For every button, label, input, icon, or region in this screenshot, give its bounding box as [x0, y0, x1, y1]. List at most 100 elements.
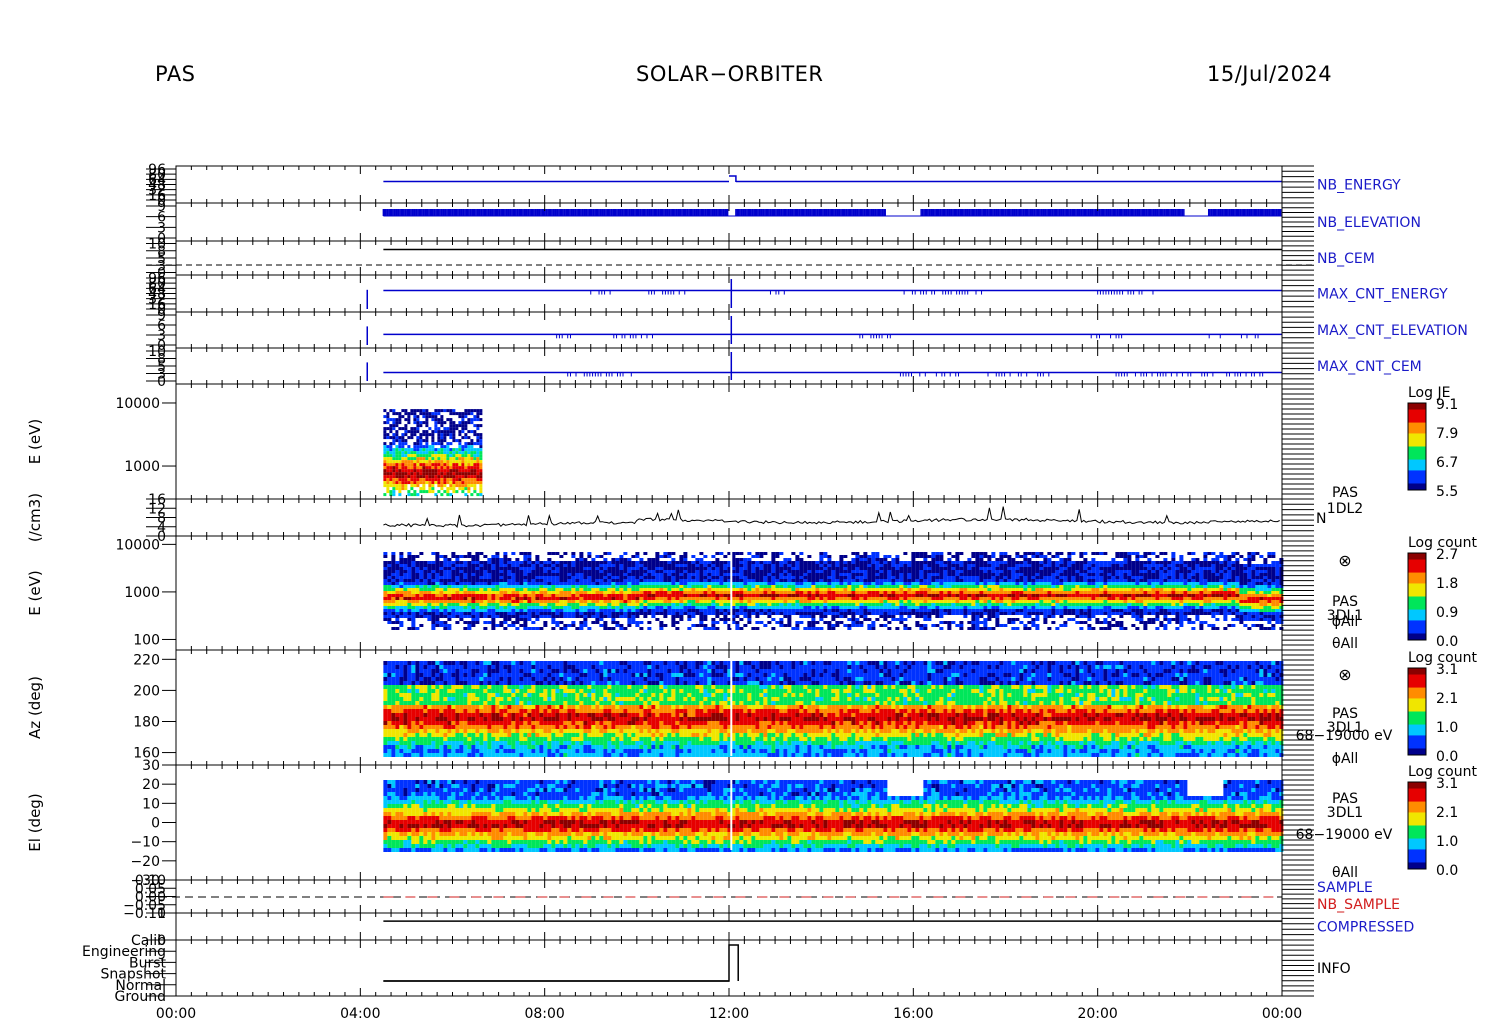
spectrogram-cell — [999, 579, 1004, 582]
spectrogram-cell — [875, 555, 880, 558]
spectrogram-cell — [499, 585, 504, 588]
spectrogram-cell — [449, 421, 453, 425]
spectrogram-cell — [386, 463, 390, 467]
spectrogram-cell — [535, 588, 540, 591]
spectrogram-cell — [907, 576, 912, 579]
spectrogram-cell — [867, 612, 872, 615]
spectrogram-cell — [455, 567, 460, 570]
spectrogram-cell — [759, 585, 764, 588]
spectrogram-cell — [507, 564, 512, 567]
spectrogram-cell — [431, 588, 436, 591]
spectrogram-cell — [707, 627, 712, 630]
spectrogram-cell — [483, 609, 488, 612]
spectrogram-cell — [755, 552, 760, 555]
spectrogram-cell — [395, 582, 400, 585]
spectrogram-cell — [395, 445, 399, 449]
spectrogram-cell — [452, 430, 456, 434]
spectrogram-cell — [747, 582, 752, 585]
spectrogram-cell — [927, 573, 932, 576]
spectrogram-cell — [410, 430, 414, 434]
spectrogram-cell — [839, 600, 844, 603]
spectrogram-cell — [515, 603, 520, 606]
spectrogram-cell — [955, 603, 960, 606]
spectrogram-cell — [407, 415, 411, 419]
spectrogram-cell — [587, 612, 592, 615]
spectrogram-cell — [707, 594, 712, 597]
spectrogram-cell — [491, 618, 496, 621]
spectrogram-cell — [851, 579, 856, 582]
spectrogram-cell — [719, 600, 724, 603]
spectrogram-cell — [487, 591, 492, 594]
spectrogram-cell — [599, 576, 604, 579]
spectrogram-cell — [392, 451, 396, 455]
spectrogram-cell — [735, 606, 740, 609]
spectrogram-cell — [404, 487, 408, 491]
spectrogram-cell — [939, 579, 944, 582]
spectrogram-cell — [903, 624, 908, 627]
spectrogram-cell — [855, 570, 860, 573]
spectrogram-cell — [695, 591, 700, 594]
spectrogram-cell — [815, 603, 820, 606]
spectrogram-cell — [867, 624, 872, 627]
spectrogram-cell — [923, 564, 928, 567]
spectrogram-cell — [863, 582, 868, 585]
spectrogram-cell — [867, 627, 872, 630]
spectrogram-cell — [415, 555, 420, 558]
spectrogram-cell — [767, 588, 772, 591]
spectrogram-cell — [747, 597, 752, 600]
spectrogram-cell — [571, 606, 576, 609]
spectrogram-cell — [739, 612, 744, 615]
spectrogram-cell — [591, 600, 596, 603]
spectrogram-cell — [775, 567, 780, 570]
spectrogram-cell — [563, 612, 568, 615]
spectrogram-cell — [807, 573, 812, 576]
spectrogram-cell — [464, 454, 468, 458]
spectrogram-cell — [867, 570, 872, 573]
spectrogram-cell — [707, 567, 712, 570]
spectrogram-cell — [419, 469, 423, 473]
spectrogram-cell — [387, 621, 392, 624]
spectrogram-cell — [487, 612, 492, 615]
spectrogram-cell — [463, 567, 468, 570]
spectrogram-cell — [683, 561, 688, 564]
spectrogram-cell — [459, 564, 464, 567]
spectrogram-cell — [435, 618, 440, 621]
spectrogram-cell — [459, 579, 464, 582]
spectrogram-cell — [567, 600, 572, 603]
spectrogram-cell — [867, 573, 872, 576]
spectrogram-cell — [473, 475, 477, 479]
spectrogram-cell — [623, 606, 628, 609]
spectrogram-cell — [473, 448, 477, 452]
spectrogram-cell — [699, 582, 704, 585]
spectrogram-cell — [899, 561, 904, 564]
spectrogram-cell — [539, 597, 544, 600]
spectrogram-cell — [815, 600, 820, 603]
spectrogram-cell — [939, 591, 944, 594]
spectrogram-cell — [386, 484, 390, 488]
spectrogram-cell — [398, 463, 402, 467]
spectrogram-cell — [395, 436, 399, 440]
spectrogram-cell — [911, 576, 916, 579]
spectrogram-cell — [859, 624, 864, 627]
spectrogram-cell — [683, 552, 688, 555]
spectrogram-cell — [843, 567, 848, 570]
spectrogram-cell — [919, 588, 924, 591]
spectrogram-cell — [422, 433, 426, 437]
spectrogram-cell — [591, 588, 596, 591]
spectrogram-cell — [487, 609, 492, 612]
spectrogram-cell — [719, 573, 724, 576]
spectrogram-cell — [389, 424, 393, 428]
spectrogram-cell — [935, 597, 940, 600]
spectrogram-cell — [437, 418, 441, 422]
spectrogram-cell — [399, 612, 404, 615]
spectrogram-cell — [759, 552, 764, 555]
spectrogram-cell — [851, 576, 856, 579]
spectrogram-cell — [467, 573, 472, 576]
spectrogram-cell — [435, 597, 440, 600]
spectrogram-cell — [859, 561, 864, 564]
spectrogram-cell — [571, 594, 576, 597]
spectrogram-cell — [715, 552, 720, 555]
spectrogram-cell — [407, 445, 411, 449]
spectrogram-cell — [435, 585, 440, 588]
spectrogram-cell — [723, 612, 728, 615]
